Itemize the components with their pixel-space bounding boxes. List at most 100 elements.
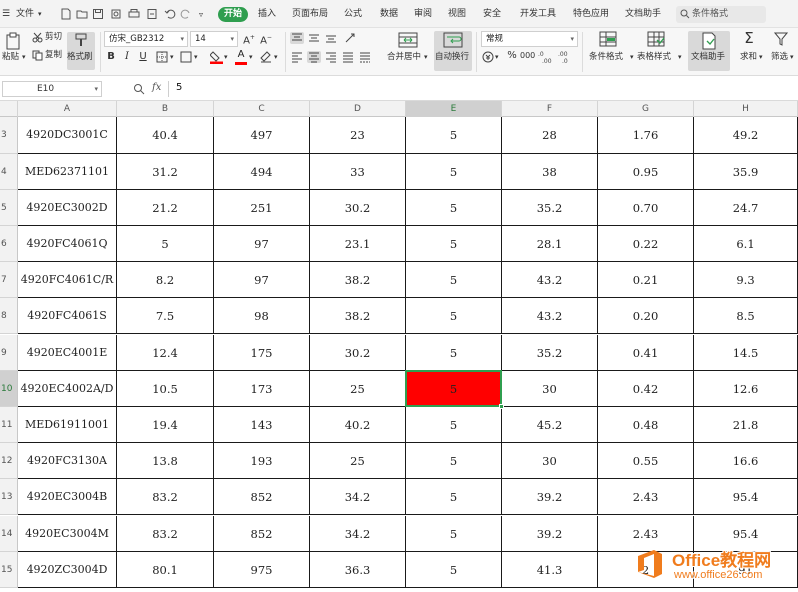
cell-a9[interactable]: 4920EC4001E xyxy=(18,334,117,371)
cell-d15[interactable]: 36.3 xyxy=(310,551,406,588)
cell-d7[interactable]: 38.2 xyxy=(310,262,406,299)
cell-d9[interactable]: 30.2 xyxy=(310,334,406,371)
print-preview-icon[interactable] xyxy=(110,8,122,20)
cell-e3[interactable]: 5 xyxy=(406,117,502,154)
cell-d3[interactable]: 23 xyxy=(310,117,406,154)
cell-d5[interactable]: 30.2 xyxy=(310,189,406,226)
cell-a13[interactable]: 4920EC3004B xyxy=(18,479,117,516)
row-header-5[interactable]: 5 xyxy=(0,189,18,226)
formula-input[interactable]: 5 xyxy=(176,82,182,93)
cell-e13[interactable]: 5 xyxy=(406,479,502,516)
cell-b13[interactable]: 83.2 xyxy=(117,479,214,516)
cell-d14[interactable]: 34.2 xyxy=(310,515,406,552)
borders-chevron-icon[interactable]: ▾ xyxy=(170,52,174,63)
merge-center-icon[interactable] xyxy=(398,32,418,48)
export-pdf-icon[interactable] xyxy=(146,8,158,20)
print-icon[interactable] xyxy=(128,8,140,20)
row-header-10[interactable]: 10 xyxy=(0,370,18,407)
sum-chevron-icon[interactable]: ▾ xyxy=(759,52,763,63)
insert-function-button[interactable]: fx xyxy=(152,82,161,93)
fill-color-chevron-icon[interactable]: ▾ xyxy=(224,52,228,63)
column-header-e[interactable]: E xyxy=(406,101,502,117)
column-header-d[interactable]: D xyxy=(310,101,406,117)
cell-g4[interactable]: 0.95 xyxy=(598,153,694,190)
row-header-8[interactable]: 8 xyxy=(0,298,18,335)
sum-button[interactable]: 求和 xyxy=(740,52,757,63)
justify-icon[interactable] xyxy=(341,51,355,63)
align-left-icon[interactable] xyxy=(290,51,304,63)
sum-icon[interactable]: Σ xyxy=(741,31,757,46)
tab-start[interactable]: 开始 xyxy=(218,7,248,22)
cell-a3[interactable]: 4920DC3001C xyxy=(18,117,117,154)
copy-button[interactable]: 复制 xyxy=(45,50,62,61)
clear-format-chevron-icon[interactable]: ▾ xyxy=(274,52,278,63)
tab-security[interactable]: 安全 xyxy=(483,7,501,22)
cell-c5[interactable]: 251 xyxy=(214,189,310,226)
tab-data[interactable]: 数据 xyxy=(380,7,398,22)
decrease-decimal-icon[interactable]: .00.0 xyxy=(558,50,574,64)
fill-color-icon[interactable] xyxy=(210,50,223,64)
redo-icon[interactable] xyxy=(180,8,192,20)
cell-b9[interactable]: 12.4 xyxy=(117,334,214,371)
align-center-icon[interactable] xyxy=(307,51,321,63)
row-header-4[interactable]: 4 xyxy=(0,153,18,190)
filter-chevron-icon[interactable]: ▾ xyxy=(790,52,794,63)
save-icon[interactable] xyxy=(92,8,104,20)
tab-insert[interactable]: 插入 xyxy=(258,7,276,22)
cell-b5[interactable]: 21.2 xyxy=(117,189,214,226)
cell-g10[interactable]: 0.42 xyxy=(598,370,694,407)
cell-d4[interactable]: 33 xyxy=(310,153,406,190)
file-menu[interactable]: 文件 xyxy=(16,7,34,22)
cell-d11[interactable]: 40.2 xyxy=(310,406,406,444)
select-all-corner[interactable] xyxy=(0,101,18,117)
font-color-chevron-icon[interactable]: ▾ xyxy=(249,52,253,63)
cell-h4[interactable]: 35.9 xyxy=(694,153,798,190)
cell-c15[interactable]: 975 xyxy=(214,551,310,588)
table-style-button[interactable]: 表格样式 xyxy=(637,52,671,63)
currency-chevron-icon[interactable]: ▾ xyxy=(495,52,499,63)
merge-center-chevron-icon[interactable]: ▾ xyxy=(424,52,428,63)
new-file-icon[interactable] xyxy=(60,8,72,20)
undo-icon[interactable] xyxy=(164,8,176,20)
cell-f11[interactable]: 45.2 xyxy=(502,406,598,444)
row-header-6[interactable]: 6 xyxy=(0,225,18,263)
cell-f15[interactable]: 41.3 xyxy=(502,551,598,588)
cell-h5[interactable]: 24.7 xyxy=(694,189,798,226)
increase-decimal-icon[interactable]: .0.00 xyxy=(538,50,554,64)
cell-b4[interactable]: 31.2 xyxy=(117,153,214,190)
cell-c10[interactable]: 173 xyxy=(214,370,310,407)
quick-access-more-icon[interactable]: ▿ xyxy=(199,7,203,22)
cell-g9[interactable]: 0.41 xyxy=(598,334,694,371)
name-box[interactable]: E10 ▾ xyxy=(2,81,102,97)
merge-center-button[interactable]: 合并居中 xyxy=(387,52,421,63)
cell-h10[interactable]: 12.6 xyxy=(694,370,798,407)
tab-page-layout[interactable]: 页面布局 xyxy=(292,7,328,22)
cell-h6[interactable]: 6.1 xyxy=(694,225,798,263)
tab-doc-assistant[interactable]: 文档助手 xyxy=(625,7,661,22)
row-header-11[interactable]: 11 xyxy=(0,406,18,444)
clear-format-icon[interactable] xyxy=(260,51,272,63)
cell-h7[interactable]: 9.3 xyxy=(694,262,798,299)
cut-button[interactable]: 剪切 xyxy=(45,32,62,43)
cell-f6[interactable]: 28.1 xyxy=(502,225,598,263)
doc-assistant-button[interactable]: 文档助手 xyxy=(688,31,730,71)
cell-f10[interactable]: 30 xyxy=(502,370,598,407)
cell-b15[interactable]: 80.1 xyxy=(117,551,214,588)
cell-f13[interactable]: 39.2 xyxy=(502,479,598,516)
percent-icon[interactable]: % xyxy=(505,50,519,62)
cell-g11[interactable]: 0.48 xyxy=(598,406,694,444)
tab-features[interactable]: 特色应用 xyxy=(573,7,609,22)
cell-h8[interactable]: 8.5 xyxy=(694,298,798,335)
cell-g12[interactable]: 0.55 xyxy=(598,443,694,480)
cell-c9[interactable]: 175 xyxy=(214,334,310,371)
cell-e4[interactable]: 5 xyxy=(406,153,502,190)
merge-small-chevron-icon[interactable]: ▾ xyxy=(194,52,198,63)
decrease-font-icon[interactable]: A− xyxy=(259,32,273,47)
cell-h13[interactable]: 95.4 xyxy=(694,479,798,516)
file-menu-chevron-icon[interactable]: ▾ xyxy=(38,7,42,22)
cell-f14[interactable]: 39.2 xyxy=(502,515,598,552)
column-header-f[interactable]: F xyxy=(502,101,598,117)
cell-f4[interactable]: 38 xyxy=(502,153,598,190)
bold-icon[interactable]: B xyxy=(104,51,118,63)
cell-e7[interactable]: 5 xyxy=(406,262,502,299)
